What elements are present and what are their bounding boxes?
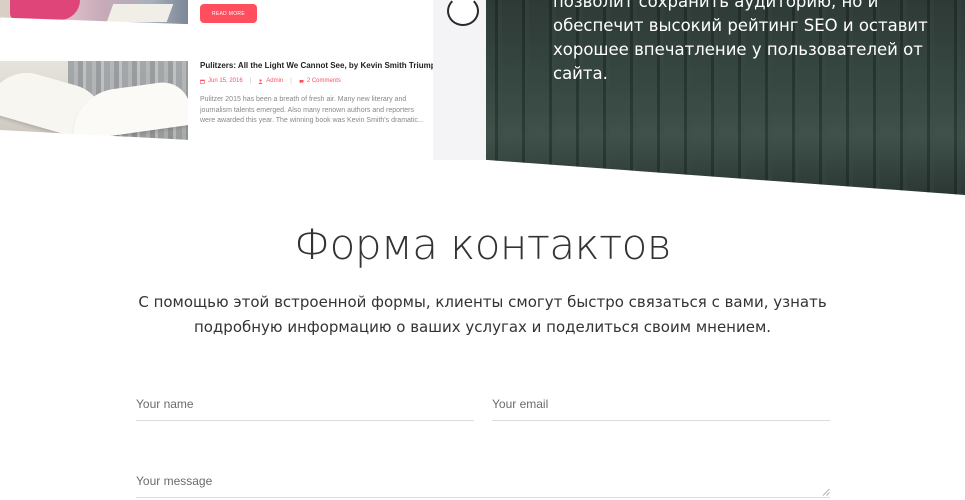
- user-icon: [258, 78, 263, 84]
- post-excerpt: Pulitzer 2015 has been a breath of fresh…: [200, 96, 424, 124]
- email-field[interactable]: [492, 387, 830, 421]
- post-author-text: Admin: [266, 78, 284, 84]
- post-date: Jun 15, 2016: [200, 78, 243, 84]
- calendar-icon: [200, 79, 205, 84]
- post-author[interactable]: Admin: [258, 78, 283, 84]
- post-comments-link[interactable]: 2 Comments: [299, 78, 341, 84]
- promo-line: обеспечит высокий рейтинг SEO и оставит: [553, 16, 928, 35]
- promo-line: хорошее впечатление у пользователей от: [553, 40, 923, 59]
- name-field[interactable]: [136, 387, 474, 421]
- comment-icon: [299, 79, 304, 83]
- post-comments-text: 2 Comments: [306, 78, 341, 84]
- post-thumbnail[interactable]: [0, 61, 188, 141]
- post-thumbnail[interactable]: [0, 0, 188, 25]
- message-field[interactable]: [136, 466, 830, 498]
- contact-section-title: Форма контактов: [294, 220, 671, 269]
- read-more-button[interactable]: READ MORE: [200, 4, 257, 23]
- promo-text: позволит сохранить аудиторию, но и обесп…: [553, 0, 928, 86]
- contact-section-description: С помощью этой встроенной формы, клиенты…: [138, 293, 827, 336]
- post-meta: Jun 15, 2016 | Admin | 2 Comments: [200, 78, 341, 84]
- resize-handle-icon[interactable]: [822, 488, 830, 496]
- post-title-link[interactable]: Pulitzers: All the Light We Cannot See, …: [200, 61, 445, 70]
- post-date-text: Jun 15, 2016: [208, 78, 243, 84]
- promo-line: сайта.: [553, 64, 608, 83]
- blog-and-promo-band: READ MORE Pulitzers: All the Light We Ca…: [0, 0, 965, 195]
- promo-line: позволит сохранить аудиторию, но и: [553, 0, 879, 11]
